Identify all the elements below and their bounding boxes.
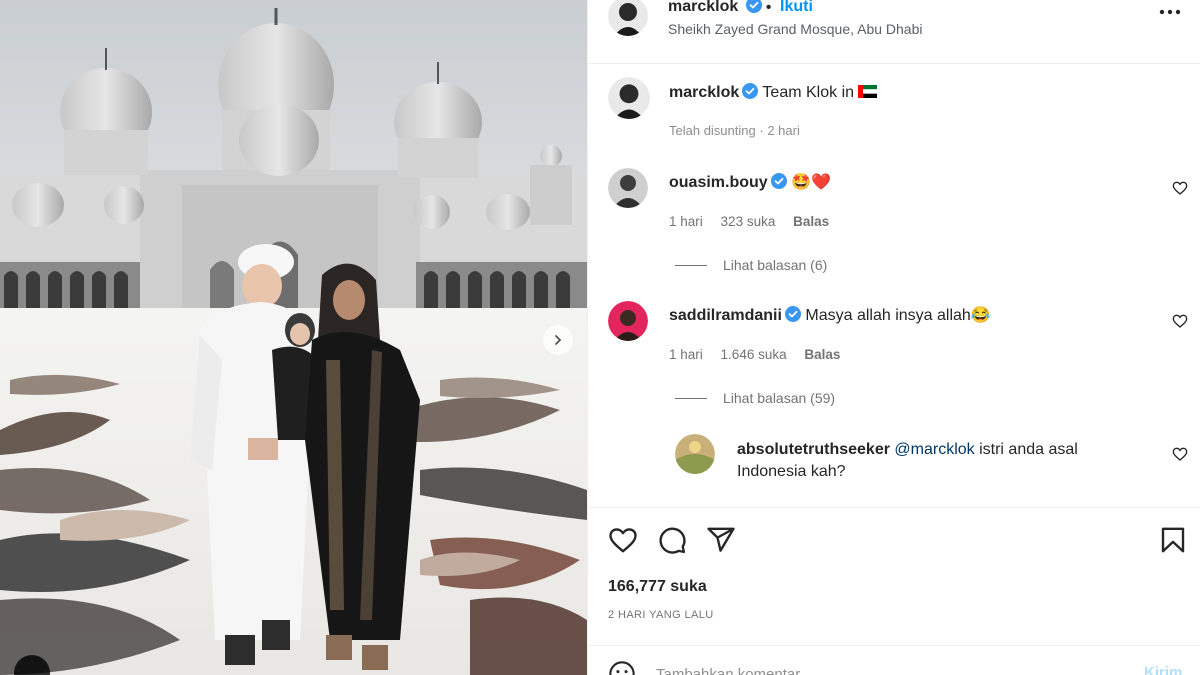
post-side-panel: marcklok • Ikuti Sheikh Zayed Grand Mosq… [587, 0, 1200, 675]
follow-button[interactable]: Ikuti [780, 0, 813, 16]
post-photo[interactable] [0, 0, 587, 675]
chevron-right-icon [555, 335, 562, 345]
comment-avatar[interactable] [608, 168, 648, 208]
actions-divider [588, 507, 1200, 508]
caption: marcklok Team Klok in [669, 83, 878, 102]
author-username[interactable]: marcklok [668, 0, 762, 16]
reply-text-line1: istri anda asal [979, 441, 1078, 458]
comment-text: Masya allah insya allah😂 [805, 307, 991, 324]
comment-meta: 1 hari 323 suka Balas [669, 214, 843, 229]
reply-button[interactable]: Balas [804, 347, 840, 362]
uae-flag-icon [858, 85, 878, 98]
comment-text: 🤩❤️ [791, 174, 831, 191]
view-replies-label[interactable]: Lihat balasan (59) [723, 390, 835, 406]
reply-mention[interactable]: @marcklok [894, 441, 974, 458]
comment-icon[interactable] [657, 525, 687, 555]
header-divider [588, 63, 1200, 64]
heart-icon[interactable] [1172, 446, 1188, 462]
reply-text-line2: Indonesia kah? [737, 463, 846, 480]
comment-avatar[interactable] [608, 301, 648, 341]
emoji-icon[interactable] [608, 660, 636, 675]
comment-text-line: saddilramdanii Masya allah insya allah😂 [669, 305, 991, 325]
heart-icon[interactable] [1172, 313, 1188, 329]
view-replies-button[interactable]: Lihat balasan (59) [675, 390, 835, 406]
reply-button[interactable]: Balas [793, 214, 829, 229]
comment-text-line: ouasim.bouy 🤩❤️ [669, 172, 831, 192]
verified-badge-icon [784, 306, 801, 322]
reply-username[interactable]: absolutetruthseeker [737, 441, 890, 458]
separator-dot: • [766, 0, 772, 16]
composer-divider [588, 645, 1200, 646]
reply-avatar[interactable] [675, 434, 715, 474]
caption-time[interactable]: 2 hari [767, 123, 800, 138]
reply-text-block: absolutetruthseeker @marcklok istri anda… [737, 439, 1078, 483]
post-location[interactable]: Sheikh Zayed Grand Mosque, Abu Dhabi [668, 21, 923, 37]
view-replies-button[interactable]: Lihat balasan (6) [675, 257, 827, 273]
post-comment-button[interactable]: Kirim [1144, 664, 1182, 675]
comment-username[interactable]: ouasim.bouy [669, 174, 768, 191]
view-replies-label[interactable]: Lihat balasan (6) [723, 257, 827, 273]
author-username-text[interactable]: marcklok [668, 0, 738, 15]
share-icon[interactable] [706, 525, 736, 555]
likes-count[interactable]: 166,777 suka [608, 578, 707, 596]
more-options-icon[interactable] [1158, 6, 1182, 18]
like-heart-icon[interactable] [608, 525, 638, 555]
comment-likes[interactable]: 1.646 suka [721, 347, 787, 362]
comment-time[interactable]: 1 hari [669, 214, 703, 229]
replies-line [675, 264, 707, 266]
heart-icon[interactable] [1172, 180, 1188, 196]
verified-badge-icon [745, 0, 762, 13]
comment-time[interactable]: 1 hari [669, 347, 703, 362]
meta-separator: · [759, 123, 764, 138]
bookmark-icon[interactable] [1158, 525, 1188, 555]
caption-author-avatar[interactable] [608, 77, 650, 119]
caption-text: Team Klok in [762, 84, 855, 101]
comment-username[interactable]: saddilramdanii [669, 307, 782, 324]
post-timestamp[interactable]: 2 HARI YANG LALU [608, 609, 714, 621]
caption-meta: Telah disunting · 2 hari [669, 123, 800, 138]
comment-meta: 1 hari 1.646 suka Balas [669, 347, 854, 362]
author-avatar[interactable] [608, 0, 648, 36]
mosque-family-photo [0, 0, 587, 675]
carousel-next-button[interactable] [543, 325, 573, 355]
verified-badge-icon [770, 173, 787, 189]
comment-input[interactable] [656, 662, 1116, 675]
comment-likes[interactable]: 323 suka [721, 214, 776, 229]
edited-label: Telah disunting [669, 123, 756, 138]
replies-line [675, 397, 707, 399]
verified-badge-icon [742, 83, 759, 99]
caption-username[interactable]: marcklok [669, 84, 739, 101]
